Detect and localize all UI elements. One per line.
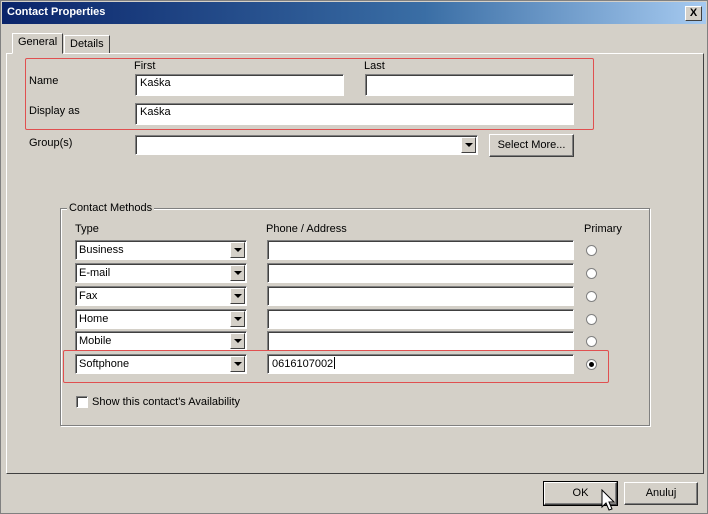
- method-type-value: Business: [79, 244, 124, 256]
- primary-radio-home[interactable]: [586, 314, 597, 325]
- softphone-highlight-box: [63, 350, 609, 383]
- method-type-select-business[interactable]: Business: [75, 240, 247, 260]
- cancel-button[interactable]: Anuluj: [624, 482, 698, 505]
- method-type-select-home[interactable]: Home: [75, 309, 247, 329]
- type-header: Type: [75, 223, 99, 235]
- select-more-label: Select More...: [497, 139, 566, 151]
- mouse-pointer-icon: [601, 489, 616, 511]
- groups-select[interactable]: [135, 135, 478, 155]
- chevron-down-icon[interactable]: [230, 288, 245, 304]
- tab-general[interactable]: General: [12, 33, 64, 54]
- chevron-down-icon[interactable]: [230, 265, 245, 281]
- method-address-input-fax[interactable]: [267, 286, 574, 306]
- title-bar[interactable]: Contact Properties X: [2, 2, 706, 24]
- chevron-down-icon[interactable]: [230, 333, 245, 349]
- select-more-button[interactable]: Select More...: [489, 134, 574, 157]
- groups-label: Group(s): [29, 137, 73, 149]
- name-highlight-box: [25, 58, 594, 130]
- method-type-select-mobile[interactable]: Mobile: [75, 331, 247, 351]
- method-address-input-email[interactable]: [267, 263, 574, 283]
- chevron-down-icon[interactable]: [230, 311, 245, 327]
- contact-methods-legend: Contact Methods: [67, 202, 155, 214]
- primary-header: Primary: [584, 223, 622, 235]
- primary-radio-email[interactable]: [586, 268, 597, 279]
- primary-radio-fax[interactable]: [586, 291, 597, 302]
- method-type-value: Mobile: [79, 335, 112, 347]
- close-icon: X: [689, 7, 698, 19]
- method-type-value: Fax: [79, 290, 98, 302]
- method-address-input-home[interactable]: [267, 309, 574, 329]
- cancel-label: Anuluj: [645, 487, 677, 499]
- contact-properties-dialog: Contact Properties X General Details Fir…: [0, 0, 708, 514]
- tab-general-label: General: [18, 36, 58, 48]
- primary-radio-mobile[interactable]: [586, 336, 597, 347]
- tab-details-label: Details: [70, 38, 104, 50]
- tab-details[interactable]: Details: [64, 35, 110, 54]
- availability-label[interactable]: Show this contact's Availability: [92, 396, 240, 408]
- window-title: Contact Properties: [7, 6, 106, 18]
- address-header: Phone / Address: [266, 223, 347, 235]
- ok-label: OK: [572, 487, 589, 499]
- method-type-select-email[interactable]: E-mail: [75, 263, 247, 283]
- availability-checkbox[interactable]: [76, 396, 88, 408]
- chevron-down-icon[interactable]: [230, 242, 245, 258]
- method-type-select-fax[interactable]: Fax: [75, 286, 247, 306]
- method-address-input-business[interactable]: [267, 240, 574, 260]
- method-type-value: Home: [79, 313, 109, 325]
- chevron-down-icon[interactable]: [461, 137, 476, 153]
- method-type-value: E-mail: [79, 267, 111, 279]
- close-button[interactable]: X: [685, 6, 702, 21]
- method-address-input-mobile[interactable]: [267, 331, 574, 351]
- primary-radio-business[interactable]: [586, 245, 597, 256]
